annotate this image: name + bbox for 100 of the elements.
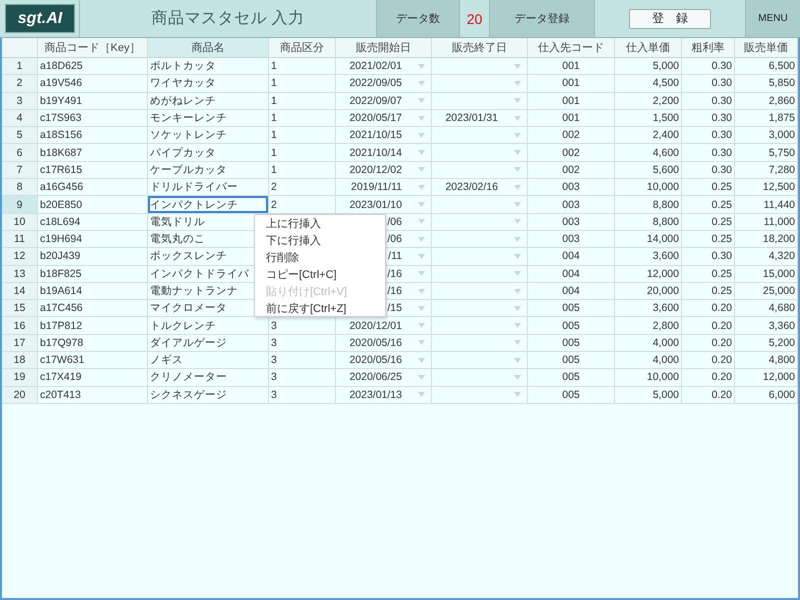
table-cell[interactable]: 003: [528, 179, 615, 196]
table-cell[interactable]: 003: [528, 196, 615, 214]
table-cell[interactable]: 4,600: [615, 144, 682, 162]
date-dropdown[interactable]: [432, 162, 528, 180]
table-cell[interactable]: 1,875: [735, 110, 798, 128]
table-cell[interactable]: 0.30: [682, 248, 735, 266]
table-cell[interactable]: 003: [528, 214, 615, 231]
table-cell[interactable]: 5,000: [615, 58, 682, 76]
date-dropdown[interactable]: [432, 282, 528, 300]
table-cell[interactable]: 2,860: [735, 92, 798, 110]
table-cell[interactable]: c18L694: [38, 214, 148, 231]
date-dropdown[interactable]: [432, 369, 528, 387]
table-cell[interactable]: ダイアルゲージ: [148, 334, 269, 352]
row-number[interactable]: 2: [2, 75, 38, 93]
menu-button[interactable]: MENU: [746, 0, 800, 37]
table-cell[interactable]: 0.30: [682, 127, 735, 144]
table-cell[interactable]: 005: [528, 352, 615, 370]
table-cell[interactable]: 12,000: [615, 266, 682, 283]
table-cell[interactable]: 004: [528, 266, 615, 283]
table-cell[interactable]: 4,800: [735, 352, 798, 370]
table-cell[interactable]: パイプカッタ: [148, 144, 269, 162]
table-cell[interactable]: a17C456: [38, 300, 148, 318]
column-header[interactable]: 販売終了日: [432, 38, 528, 58]
row-number[interactable]: 13: [2, 266, 38, 283]
table-cell[interactable]: 5,200: [735, 334, 798, 352]
row-number[interactable]: 9: [2, 196, 38, 214]
table-cell[interactable]: 6,500: [735, 58, 798, 76]
table-cell[interactable]: 3: [269, 386, 336, 404]
table-cell[interactable]: 1: [269, 127, 336, 144]
table-cell[interactable]: 005: [528, 369, 615, 387]
table-cell[interactable]: 001: [528, 58, 615, 76]
table-cell[interactable]: 3,000: [735, 127, 798, 144]
table-cell[interactable]: 6,000: [735, 386, 798, 404]
date-dropdown[interactable]: [432, 196, 528, 214]
date-dropdown[interactable]: [432, 127, 528, 144]
table-cell[interactable]: めがねレンチ: [148, 92, 269, 110]
table-cell[interactable]: 0.30: [682, 162, 735, 180]
table-cell[interactable]: c17R615: [38, 162, 148, 180]
row-number[interactable]: 1: [2, 58, 38, 76]
table-cell[interactable]: 0.30: [682, 144, 735, 162]
table-cell[interactable]: b20E850: [38, 196, 148, 214]
date-dropdown[interactable]: 2022/09/07: [336, 92, 432, 110]
row-number[interactable]: 14: [2, 282, 38, 300]
date-dropdown[interactable]: 2021/02/01: [336, 58, 432, 76]
date-dropdown[interactable]: [432, 58, 528, 76]
table-cell[interactable]: 0.25: [682, 266, 735, 283]
table-cell[interactable]: 0.20: [682, 300, 735, 318]
row-number[interactable]: 4: [2, 110, 38, 128]
row-number[interactable]: 19: [2, 369, 38, 387]
table-cell[interactable]: 002: [528, 144, 615, 162]
table-cell[interactable]: 0.25: [682, 282, 735, 300]
table-cell[interactable]: 2,200: [615, 92, 682, 110]
date-dropdown[interactable]: [432, 75, 528, 93]
table-cell[interactable]: 004: [528, 282, 615, 300]
table-cell[interactable]: b20J439: [38, 248, 148, 266]
date-dropdown[interactable]: [432, 230, 528, 248]
table-cell[interactable]: 0.20: [682, 317, 735, 335]
table-cell[interactable]: ノギス: [148, 352, 269, 370]
table-cell[interactable]: 4,680: [735, 300, 798, 318]
row-number[interactable]: 12: [2, 248, 38, 266]
date-dropdown[interactable]: [432, 352, 528, 370]
column-header[interactable]: 仕入単価: [615, 38, 682, 58]
table-cell[interactable]: 12,500: [735, 179, 798, 196]
table-cell[interactable]: ボルトカッタ: [148, 58, 269, 76]
table-cell[interactable]: 1,500: [615, 110, 682, 128]
column-header[interactable]: 販売開始日: [336, 38, 432, 58]
row-number[interactable]: 20: [2, 386, 38, 404]
table-cell[interactable]: 002: [528, 127, 615, 144]
table-cell[interactable]: 4,320: [735, 248, 798, 266]
table-cell[interactable]: a19V546: [38, 75, 148, 93]
table-cell[interactable]: b17Q978: [38, 334, 148, 352]
date-dropdown[interactable]: [432, 300, 528, 318]
table-cell[interactable]: 4,500: [615, 75, 682, 93]
table-cell[interactable]: ワイヤカッタ: [148, 75, 269, 93]
table-cell[interactable]: c17W631: [38, 352, 148, 370]
table-cell[interactable]: クリノメーター: [148, 369, 269, 387]
date-dropdown[interactable]: 2020/12/02: [336, 162, 432, 180]
date-dropdown[interactable]: [432, 248, 528, 266]
table-cell[interactable]: 0.30: [682, 92, 735, 110]
table-cell[interactable]: 0.20: [682, 352, 735, 370]
table-cell[interactable]: b18K687: [38, 144, 148, 162]
row-number[interactable]: 5: [2, 127, 38, 144]
table-cell[interactable]: 0.25: [682, 179, 735, 196]
date-dropdown[interactable]: 2022/09/05: [336, 75, 432, 93]
column-header[interactable]: 仕入先コード: [528, 38, 615, 58]
table-cell[interactable]: 3,600: [615, 300, 682, 318]
table-cell[interactable]: a16G456: [38, 179, 148, 196]
date-dropdown[interactable]: 2020/05/16: [336, 352, 432, 370]
table-cell[interactable]: 005: [528, 300, 615, 318]
table-cell[interactable]: 004: [528, 248, 615, 266]
table-cell[interactable]: 1: [269, 58, 336, 76]
table-cell[interactable]: 0.30: [682, 75, 735, 93]
table-cell[interactable]: 001: [528, 92, 615, 110]
table-cell[interactable]: 10,000: [615, 179, 682, 196]
table-cell[interactable]: 12,000: [735, 369, 798, 387]
table-cell[interactable]: インパクトレンチ: [148, 196, 269, 214]
table-cell[interactable]: 10,000: [615, 369, 682, 387]
table-cell[interactable]: b19A614: [38, 282, 148, 300]
table-cell[interactable]: 0.25: [682, 196, 735, 214]
table-cell[interactable]: c17S963: [38, 110, 148, 128]
